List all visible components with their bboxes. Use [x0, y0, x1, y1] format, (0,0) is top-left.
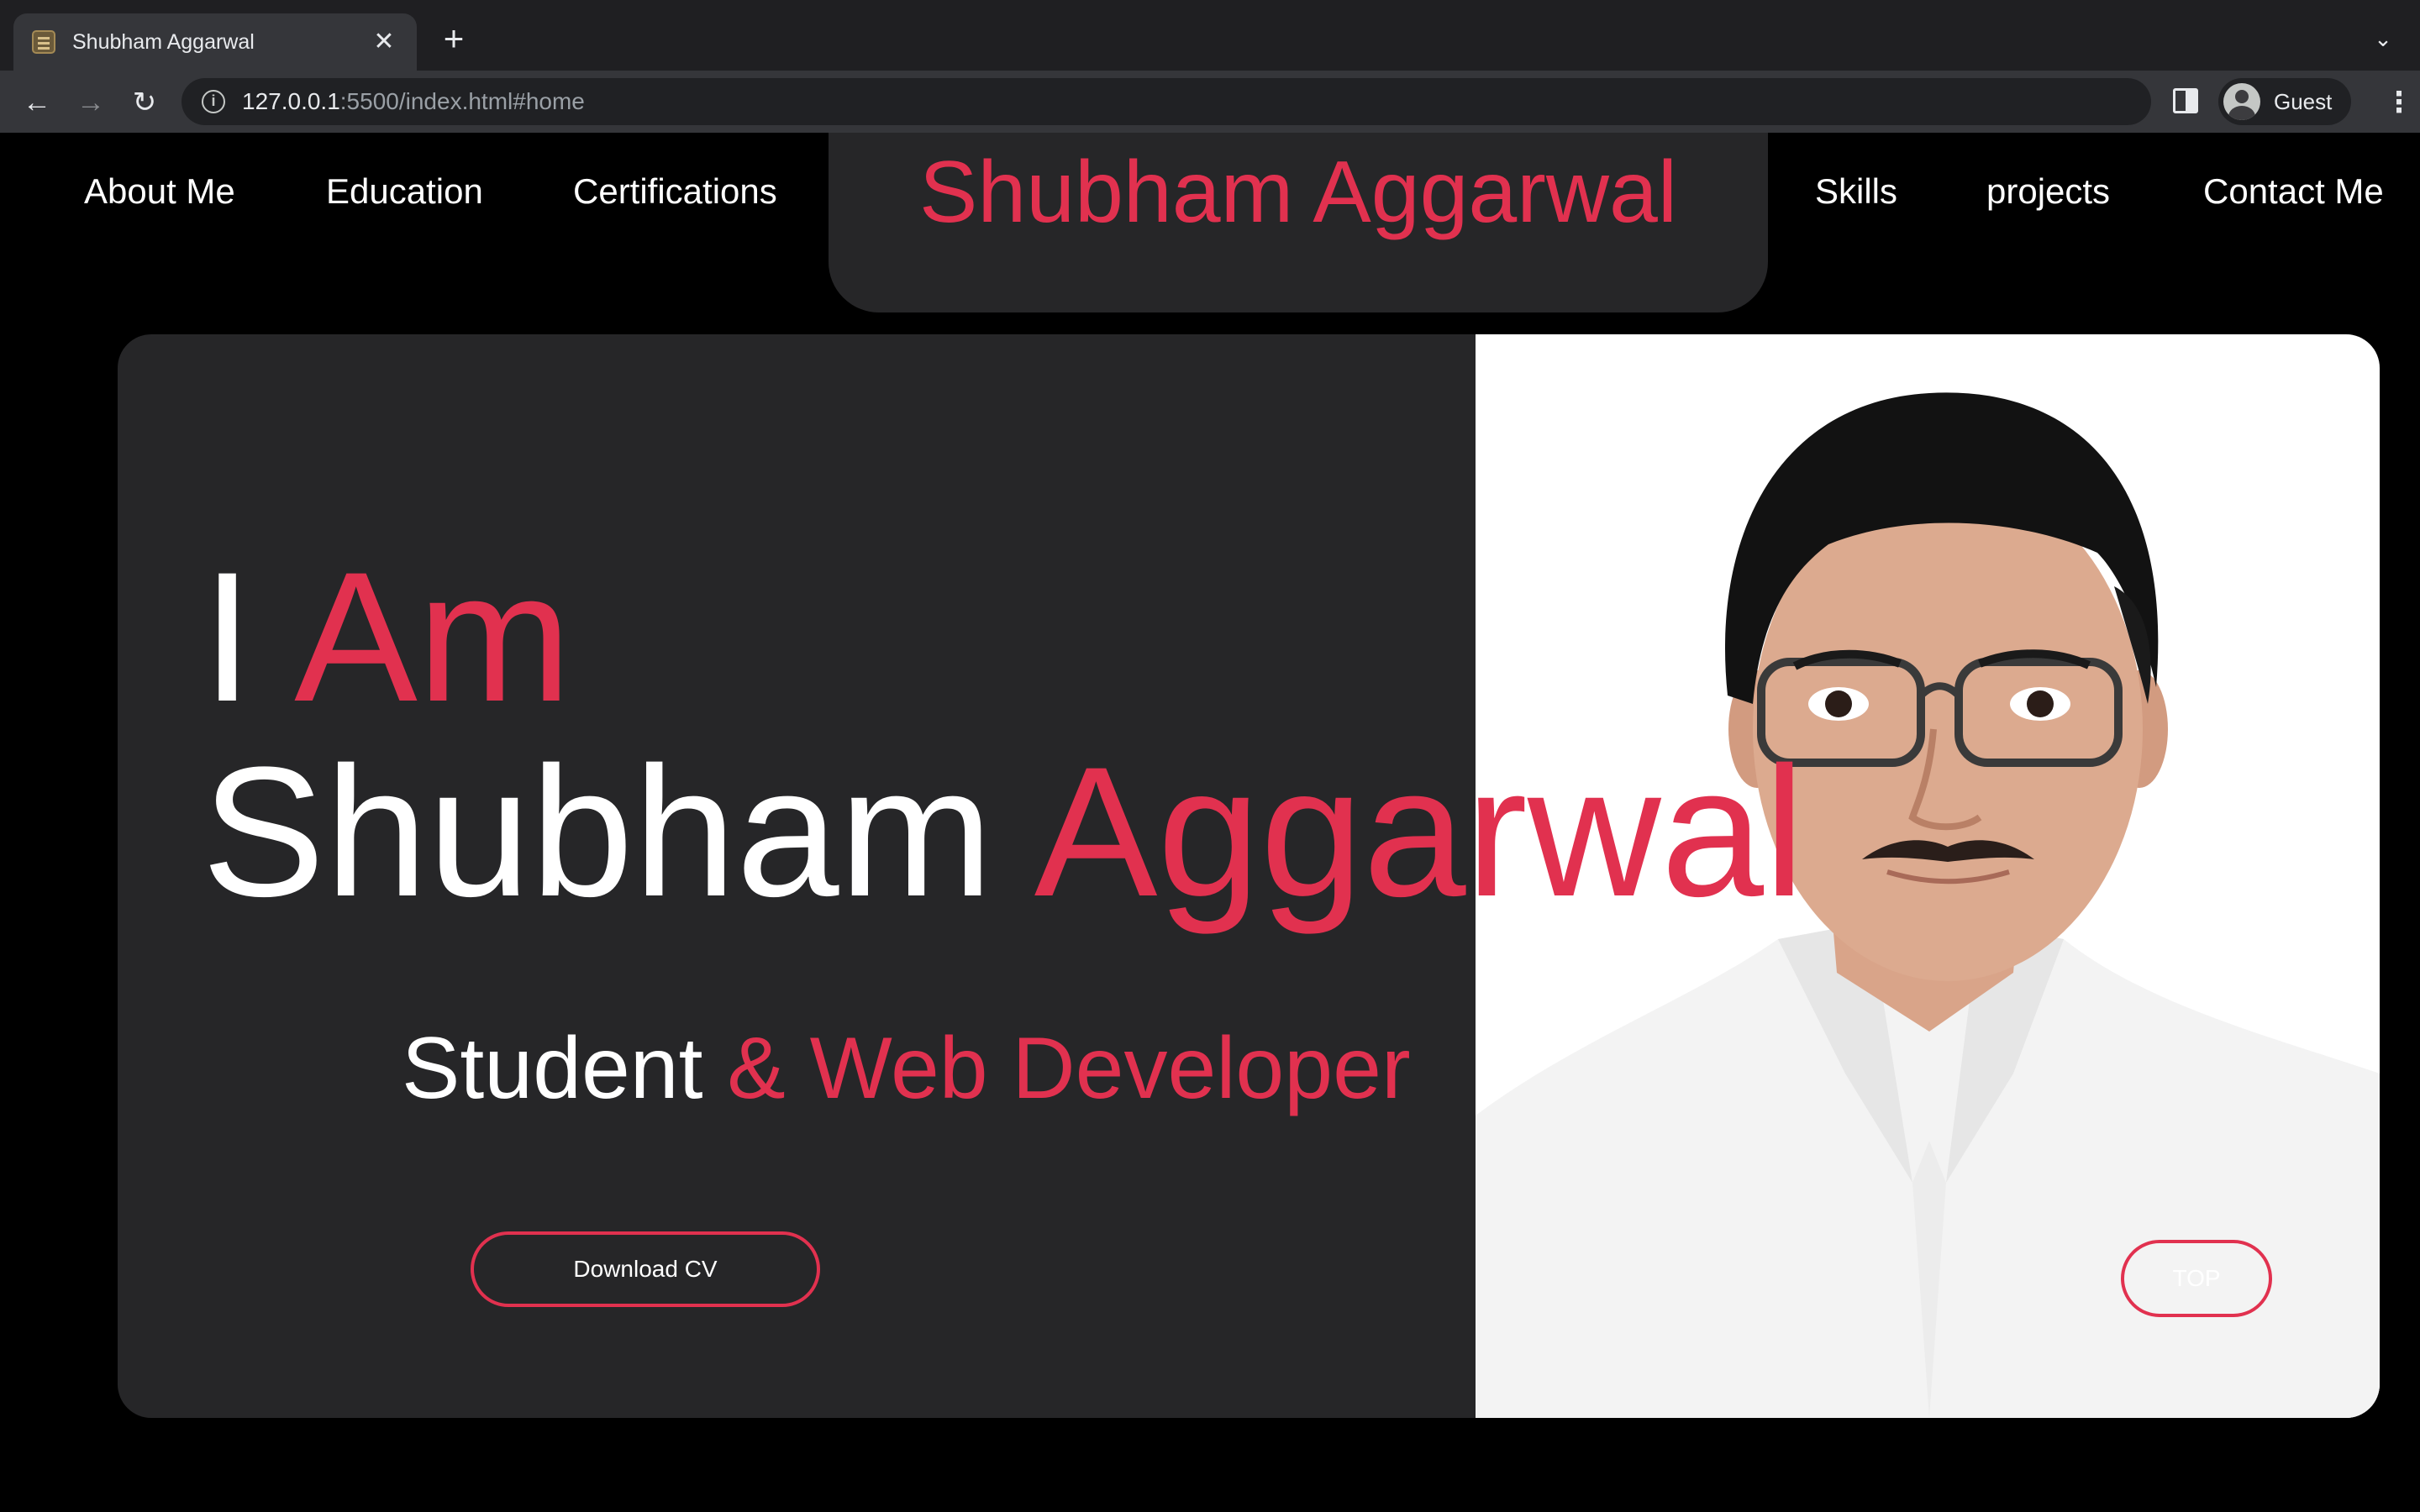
nav-projects[interactable]: projects [1986, 171, 2110, 212]
hero-line-1: I Am [202, 544, 571, 729]
hero-line-1-white: I [202, 533, 254, 740]
download-cv-button[interactable]: Download CV [471, 1231, 820, 1307]
nav-about-me[interactable]: About Me [84, 171, 235, 212]
browser-tab[interactable]: Shubham Aggarwal ✕ [13, 13, 417, 71]
site-favicon-icon [32, 30, 55, 54]
web-page: About Me Education Certifications Shubha… [0, 133, 2420, 1512]
nav-contact-me[interactable]: Contact Me [2203, 171, 2384, 212]
nav-education[interactable]: Education [326, 171, 483, 212]
profile-label: Guest [2274, 88, 2333, 114]
browser-toolbar: ← → ↻ i 127.0.0.1:5500/index.html#home G… [0, 71, 2420, 133]
hero-line-2-accent: Aggarwal [1034, 728, 1805, 935]
browser-tab-strip: Shubham Aggarwal ✕ + ⌄ [0, 0, 2420, 71]
address-bar[interactable]: i 127.0.0.1:5500/index.html#home [182, 78, 2151, 125]
browser-menu-icon[interactable]: ⋮ [2385, 86, 2413, 119]
hero-line-2: Shubham Aggarwal [202, 739, 1805, 924]
tab-search-icon[interactable]: ⌄ [2368, 24, 2398, 54]
tab-close-icon[interactable]: ✕ [370, 28, 398, 56]
hero-line-2-white: Shubham [202, 728, 993, 935]
tab-title: Shubham Aggarwal [72, 29, 255, 54]
side-panel-icon[interactable] [2173, 88, 2198, 113]
url-host: 127.0.0.1 [242, 88, 340, 114]
site-brand[interactable]: Shubham Aggarwal [829, 143, 1768, 243]
back-button[interactable]: ← [20, 86, 54, 119]
site-info-icon[interactable]: i [202, 90, 225, 113]
nav-certifications[interactable]: Certifications [573, 171, 777, 212]
site-navbar: About Me Education Certifications Shubha… [0, 133, 2420, 318]
reload-button[interactable]: ↻ [128, 86, 161, 119]
subtitle-white: Student [402, 1020, 703, 1117]
forward-button[interactable]: → [74, 86, 108, 119]
hero-section: I Am Shubham Aggarwal Student & Web Deve… [118, 334, 2380, 1418]
nav-skills[interactable]: Skills [1815, 171, 1897, 212]
profile-button[interactable]: Guest [2218, 78, 2351, 125]
scroll-top-button[interactable]: TOP [2121, 1240, 2272, 1317]
url-path: :5500/index.html#home [339, 88, 585, 114]
new-tab-button[interactable]: + [437, 21, 471, 56]
hero-line-1-accent: Am [294, 533, 572, 740]
guest-avatar-icon [2223, 83, 2260, 120]
hero-subtitle: Student & Web Developer [402, 1025, 1411, 1112]
subtitle-accent: & Web Developer [727, 1020, 1411, 1117]
